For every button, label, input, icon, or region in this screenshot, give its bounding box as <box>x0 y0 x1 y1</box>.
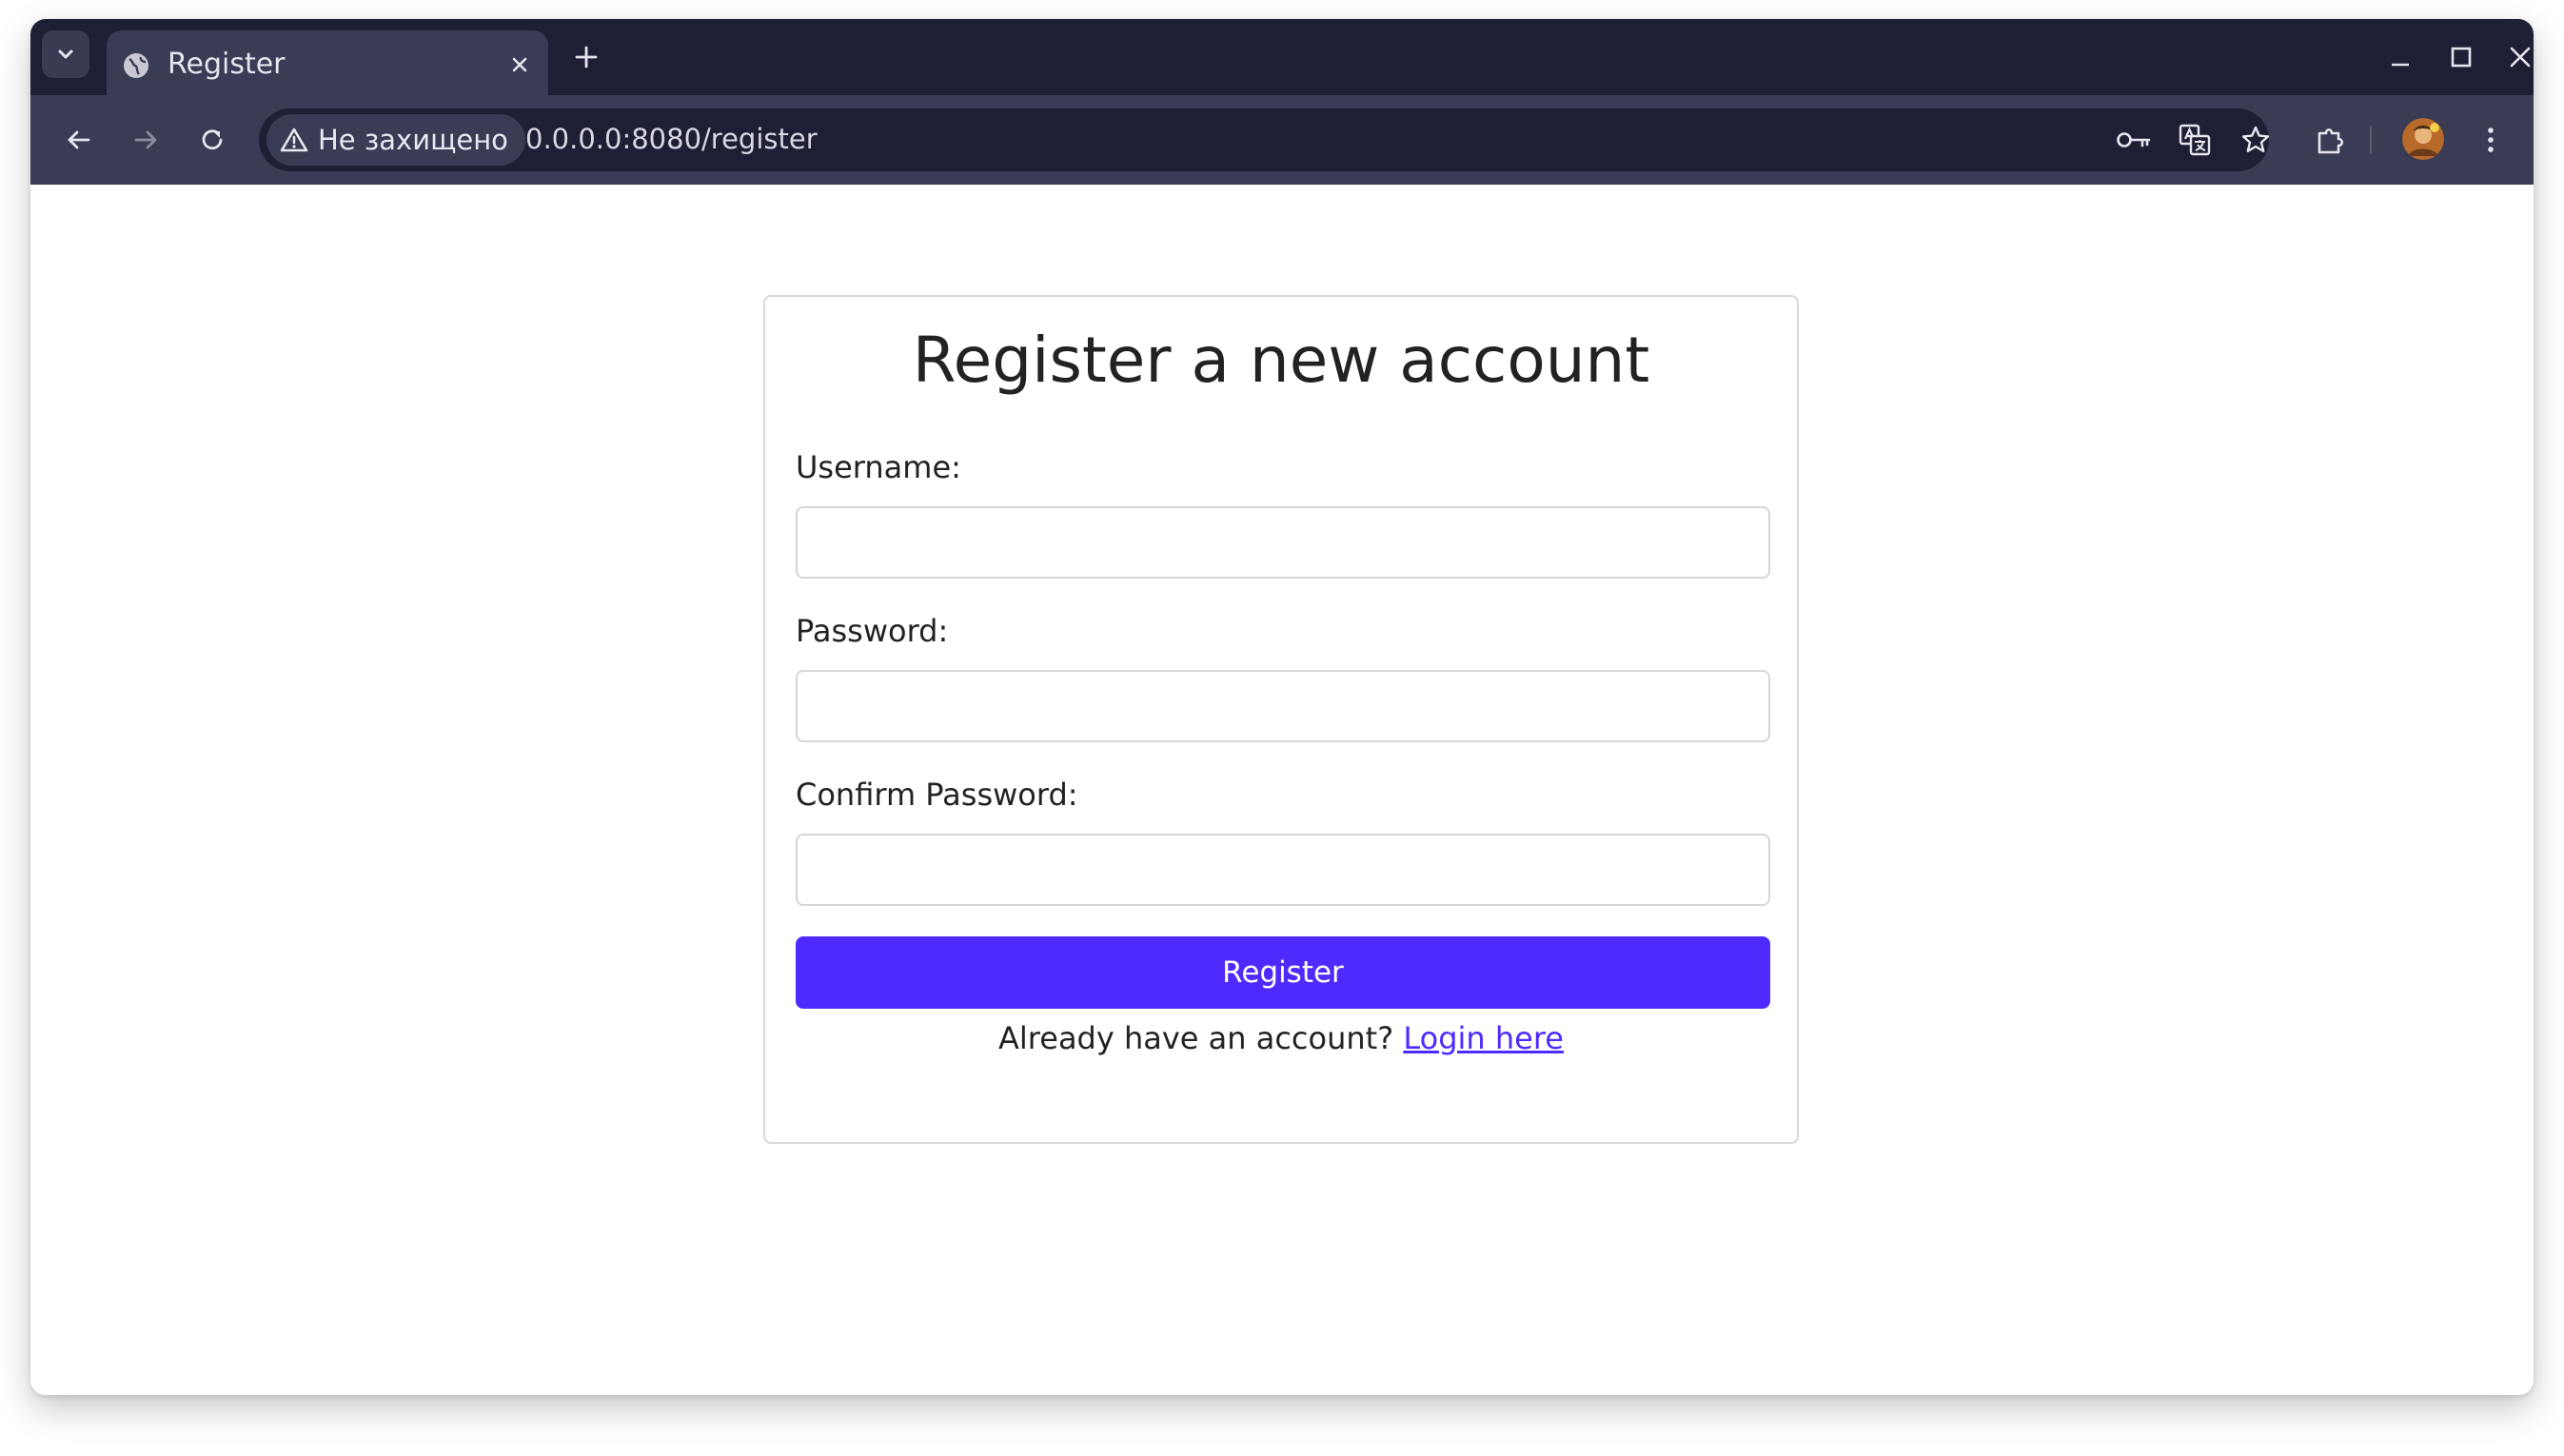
maximize-button[interactable] <box>2442 38 2480 76</box>
register-form-card: Register a new account Username: Passwor… <box>763 295 1799 1144</box>
arrow-right-icon <box>134 130 157 149</box>
close-icon <box>512 57 527 72</box>
kebab-menu-icon <box>2488 128 2494 152</box>
url-text[interactable]: 0.0.0.0:8080/register <box>525 123 818 155</box>
browser-toolbar: Не захищено 0.0.0.0:8080/register <box>30 95 2534 185</box>
avatar[interactable] <box>2402 118 2444 160</box>
close-icon <box>2510 47 2531 68</box>
username-input[interactable] <box>796 506 1770 579</box>
back-button[interactable] <box>55 116 103 164</box>
username-label: Username: <box>796 449 961 485</box>
minimize-button[interactable] <box>2381 38 2419 76</box>
translate-button[interactable] <box>2176 121 2214 159</box>
plus-icon <box>575 46 598 69</box>
reload-icon <box>202 129 223 150</box>
password-input[interactable] <box>796 670 1770 742</box>
globe-icon <box>124 53 148 78</box>
new-tab-button[interactable] <box>567 38 605 76</box>
arrow-left-icon <box>68 130 90 149</box>
confirm-password-input[interactable] <box>796 834 1770 906</box>
login-link[interactable]: Login here <box>1403 1020 1564 1056</box>
toolbar-divider <box>2370 126 2372 154</box>
forward-button[interactable] <box>122 116 169 164</box>
bookmark-button[interactable] <box>2237 121 2275 159</box>
tab-strip: Register <box>30 19 2534 95</box>
profile-avatar-icon <box>2402 118 2444 160</box>
browser-window: Register Не захищено 0.0.0.0:8080/regist… <box>30 19 2534 1395</box>
tab-close-button[interactable] <box>504 49 535 80</box>
login-prompt: Already have an account? Login here <box>765 1020 1797 1056</box>
password-label: Password: <box>796 613 949 649</box>
page-title: Register a new account <box>912 324 1650 397</box>
password-manager-button[interactable] <box>2115 121 2153 159</box>
security-status-chip[interactable]: Не захищено <box>266 114 525 166</box>
page-viewport: Register a new account Username: Passwor… <box>30 185 2534 1395</box>
security-status-label: Не захищено <box>318 124 508 156</box>
chevron-down-icon <box>58 49 73 59</box>
tab-search-button[interactable] <box>42 30 89 78</box>
address-bar[interactable]: Не захищено 0.0.0.0:8080/register <box>259 108 2270 171</box>
browser-menu-button[interactable] <box>2467 116 2515 164</box>
warning-triangle-icon <box>280 128 308 152</box>
reload-button[interactable] <box>188 116 236 164</box>
tab-title: Register <box>168 48 286 81</box>
star-icon <box>2241 126 2270 152</box>
translate-icon <box>2179 124 2211 156</box>
confirm-password-label: Confirm Password: <box>796 777 1078 813</box>
key-icon <box>2117 132 2151 148</box>
maximize-icon <box>2451 47 2472 68</box>
register-button[interactable]: Register <box>796 936 1770 1009</box>
login-prompt-text: Already have an account? <box>998 1020 1404 1056</box>
tab-register[interactable]: Register <box>107 30 548 95</box>
puzzle-icon <box>2317 128 2344 154</box>
extensions-button[interactable] <box>2307 116 2355 164</box>
minimize-icon <box>2392 63 2409 67</box>
close-window-button[interactable] <box>2501 38 2534 76</box>
